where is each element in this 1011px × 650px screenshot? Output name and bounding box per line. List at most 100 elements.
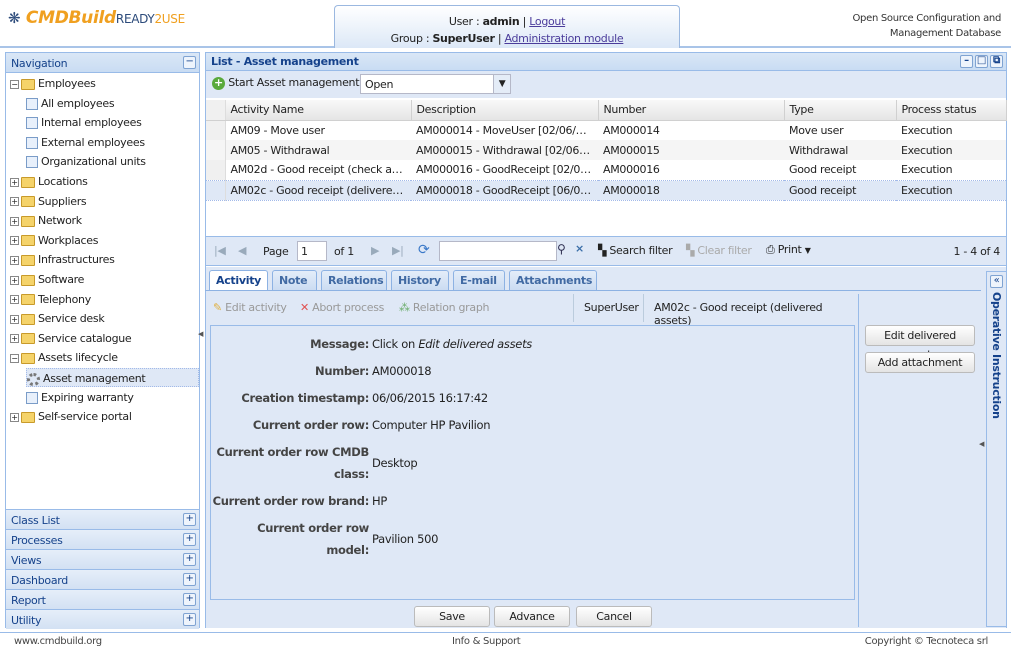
accordion-item[interactable]: Views + — [6, 549, 199, 569]
tab-relations[interactable]: Relations — [321, 270, 387, 290]
save-button[interactable]: Save — [414, 606, 490, 627]
advance-button[interactable]: Advance — [494, 606, 570, 627]
accordion-label: Views — [11, 554, 42, 567]
collapse-icon[interactable]: − — [10, 79, 19, 89]
collapse-instructions-handle[interactable]: ◀ — [979, 440, 985, 458]
expand-icon[interactable]: + — [183, 573, 196, 586]
last-page-icon[interactable]: ▶| — [392, 244, 404, 257]
clear-search-icon[interactable]: × — [575, 242, 584, 255]
expand-icon[interactable]: + — [10, 295, 19, 305]
table-cell: AM09 - Move user — [230, 123, 325, 137]
tree-item[interactable]: Expiring warranty — [26, 388, 134, 407]
restore-icon[interactable]: ⧉ — [990, 55, 1003, 68]
accordion-item[interactable]: Processes + — [6, 529, 199, 549]
expand-icon[interactable]: + — [10, 216, 19, 226]
tab-note[interactable]: Note — [272, 270, 317, 290]
status-filter-select[interactable]: Open ▼ — [360, 74, 511, 94]
logout-link[interactable]: Logout — [529, 15, 565, 28]
tab-history[interactable]: History — [391, 270, 449, 290]
tree-item[interactable]: Asset management — [26, 368, 199, 387]
expand-icon[interactable]: + — [183, 513, 196, 526]
print-button[interactable]: ⎙ Print ▼ — [766, 243, 811, 257]
table-row[interactable]: AM02d - Good receipt (check ass… AM000016… — [206, 160, 1006, 180]
column-header[interactable]: Process status — [896, 100, 1007, 121]
tree-item-label: Assets lifecycle — [38, 351, 118, 365]
group-label: Group : — [390, 32, 430, 45]
website-link[interactable]: www.cmdbuild.org — [14, 633, 102, 650]
column-header[interactable]: Type — [784, 100, 897, 121]
tree-item[interactable]: − Employees — [10, 74, 96, 93]
next-page-icon[interactable]: ▶ — [371, 244, 379, 257]
expand-icon[interactable]: + — [10, 334, 19, 344]
operative-instructions-panel[interactable]: « Operative Instruction — [986, 271, 1007, 627]
tree-item[interactable]: + Service catalogue — [10, 329, 132, 348]
folder-icon — [21, 78, 35, 90]
tab-email[interactable]: E-mail — [453, 270, 505, 290]
tree-item[interactable]: + Software — [10, 270, 84, 289]
tree-item[interactable]: All employees — [26, 94, 115, 113]
expand-icon[interactable]: + — [10, 412, 19, 422]
collapse-icon[interactable]: − — [183, 56, 196, 69]
cancel-button[interactable]: Cancel — [576, 606, 652, 627]
maximize-icon[interactable]: □ — [975, 55, 988, 68]
table-row[interactable]: AM09 - Move user AM000014 - MoveUser [02/… — [206, 120, 1006, 140]
expand-icon[interactable]: + — [10, 236, 19, 246]
pencil-icon: ✎ — [213, 301, 222, 314]
tree-item[interactable]: + Infrastructures — [10, 250, 115, 269]
tree-item-label: Workplaces — [38, 233, 99, 247]
administration-module-link[interactable]: Administration module — [504, 32, 623, 45]
expand-icon[interactable]: + — [10, 314, 19, 324]
tree-item[interactable]: + Locations — [10, 172, 88, 191]
tab-activity[interactable]: Activity — [209, 270, 268, 291]
expand-icon[interactable]: + — [183, 533, 196, 546]
expand-icon[interactable]: + — [183, 593, 196, 606]
accordion-item[interactable]: Utility + — [6, 609, 199, 629]
expand-icon[interactable]: + — [10, 177, 19, 187]
tree-item[interactable]: Internal employees — [26, 113, 142, 132]
clear-filter-button[interactable]: ▚ Clear filter — [686, 244, 752, 257]
search-filter-button[interactable]: ▚ Search filter — [598, 244, 673, 257]
table-cell: Execution — [896, 140, 1006, 160]
first-page-icon[interactable]: |◀ — [214, 244, 226, 257]
tree-item[interactable]: + Network — [10, 211, 82, 230]
tree-item[interactable]: Organizational units — [26, 152, 146, 171]
table-row[interactable]: AM02c - Good receipt (delivered a… AM0000… — [206, 179, 1006, 201]
abort-process-button[interactable]: ✕ Abort process — [300, 301, 384, 314]
search-icon[interactable]: ⚲ — [557, 242, 566, 256]
refresh-icon[interactable]: ⟳ — [418, 242, 430, 258]
accordion-item[interactable]: Report + — [6, 589, 199, 609]
expand-icon[interactable]: + — [183, 613, 196, 626]
table-row[interactable]: AM05 - Withdrawal AM000015 - Withdrawal [… — [206, 140, 1006, 160]
minimize-icon[interactable]: – — [960, 55, 973, 68]
expand-icon[interactable]: + — [10, 275, 19, 285]
tree-item[interactable]: + Service desk — [10, 309, 105, 328]
start-process-button[interactable]: + Start Asset management — [212, 76, 360, 90]
column-header[interactable]: Description — [411, 100, 599, 121]
edit-activity-button[interactable]: ✎ Edit activity — [213, 301, 287, 314]
previous-page-icon[interactable]: ◀ — [238, 244, 246, 257]
edit-delivered-assets-button[interactable]: Edit delivered assets — [865, 325, 975, 361]
expand-icon[interactable]: + — [10, 255, 19, 265]
expand-icon[interactable]: + — [183, 553, 196, 566]
accordion-item[interactable]: Class List + — [6, 509, 199, 529]
collapse-nav-handle[interactable]: ◀ — [198, 330, 204, 348]
collapse-icon[interactable]: − — [10, 353, 19, 363]
expand-icon[interactable]: + — [10, 197, 19, 207]
tree-item[interactable]: + Self-service portal — [10, 407, 132, 426]
add-attachment-button[interactable]: Add attachment — [865, 352, 975, 373]
tree-item[interactable]: External employees — [26, 133, 145, 152]
process-grid: Activity Name Description Number Type Proces… — [206, 100, 1007, 201]
search-input[interactable] — [439, 241, 557, 261]
tab-attachments[interactable]: Attachments — [509, 270, 597, 290]
tree-item[interactable]: + Workplaces — [10, 231, 98, 250]
relation-graph-button[interactable]: ⁂ Relation graph — [399, 301, 489, 314]
expand-icon[interactable]: « — [990, 275, 1003, 288]
info-support-link[interactable]: Info & Support — [452, 633, 521, 650]
tree-item[interactable]: + Suppliers — [10, 192, 87, 211]
column-header[interactable]: Activity Name — [225, 100, 412, 121]
column-header[interactable]: Number — [598, 100, 785, 121]
accordion-item[interactable]: Dashboard + — [6, 569, 199, 589]
tree-item[interactable]: − Assets lifecycle — [10, 348, 118, 367]
tree-item[interactable]: + Telephony — [10, 290, 91, 309]
page-input[interactable]: 1 — [297, 241, 327, 261]
